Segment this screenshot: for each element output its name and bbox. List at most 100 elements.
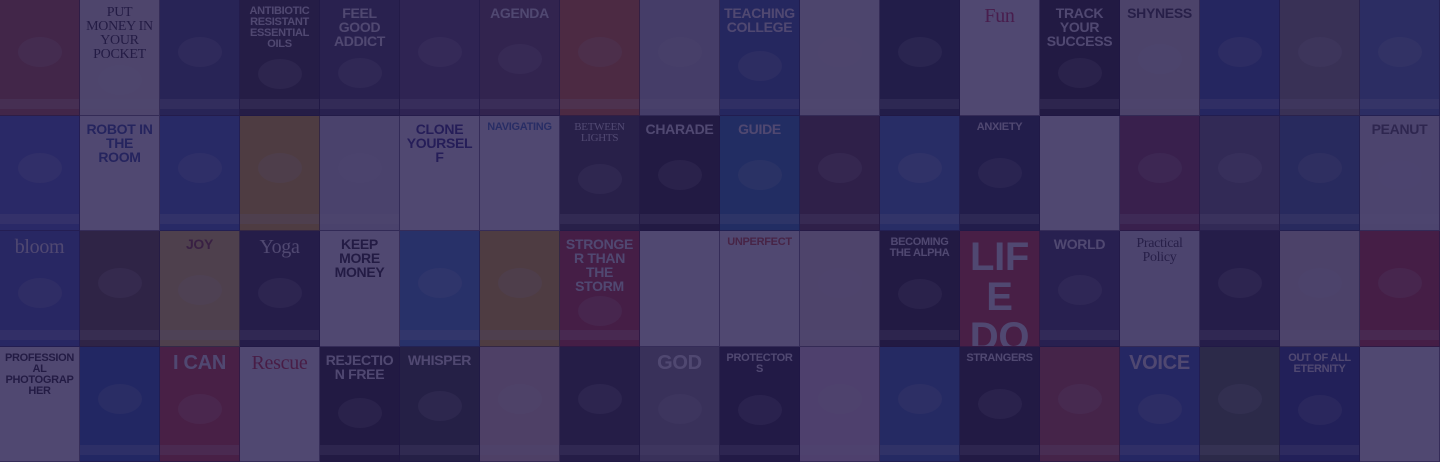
book-cover: GUIDE: [720, 115, 800, 231]
book-cover-title: BETWEEN LIGHTS: [574, 120, 625, 144]
book-cover-title: PEANUT: [1371, 120, 1428, 137]
book-cover-band: [80, 329, 159, 340]
book-cover-title: ROBOT IN THE ROOM: [86, 120, 153, 165]
book-cover: [1040, 115, 1120, 231]
book-cover-art: [1377, 268, 1422, 299]
book-cover-band: [1200, 214, 1279, 224]
book-cover-art: [897, 152, 942, 183]
book-cover: [560, 0, 640, 116]
book-cover-band: [1280, 445, 1359, 455]
book-cover-band: [160, 445, 239, 455]
book-cover-art: [1137, 393, 1182, 424]
book-cover-band: [720, 445, 799, 455]
book-cover-title: JOY: [185, 236, 214, 252]
book-cover-art: [97, 173, 142, 204]
book-cover-band: [240, 329, 319, 340]
book-cover-art: [337, 289, 382, 320]
book-cover: AGENDA: [480, 0, 560, 116]
book-cover: WHISPER: [400, 346, 480, 462]
book-cover-band: [240, 214, 319, 224]
book-cover-band: [1120, 445, 1199, 455]
book-cover-title: NAVIGATING: [487, 120, 552, 133]
book-cover-art: [897, 37, 942, 68]
book-cover-band: [1360, 98, 1439, 109]
book-cover-band: [800, 214, 879, 224]
book-cover-title: FEEL GOOD ADDICT: [333, 5, 386, 49]
book-cover-band: [320, 98, 399, 109]
book-cover: [240, 115, 320, 231]
book-cover-title: LIFE DOC: [969, 235, 1030, 347]
book-cover-art: [497, 158, 542, 189]
book-cover-title: BECOMING THE ALPHA: [889, 236, 950, 259]
book-cover: ANXIETY: [960, 115, 1040, 231]
book-cover: [160, 115, 240, 231]
book-cover-title: GUIDE: [738, 120, 781, 137]
book-cover: Fun: [960, 0, 1040, 116]
book-cover-band: [1280, 214, 1359, 224]
book-cover-art: [817, 37, 862, 68]
book-cover: [640, 0, 720, 116]
book-cover: [560, 346, 640, 462]
book-cover-title: STRONGER THAN THE STORM: [565, 236, 634, 294]
book-cover-title: ANXIETY: [976, 120, 1023, 133]
book-cover-art: [897, 279, 942, 310]
book-cover-band: [1200, 329, 1279, 340]
book-cover-title: ANTIBIOTIC RESISTANT ESSENTIAL OILS: [249, 5, 310, 50]
book-cover: [1280, 115, 1360, 231]
book-cover: [80, 346, 160, 462]
book-cover: CHARADE: [640, 115, 720, 231]
book-cover-band: [720, 214, 799, 224]
book-cover-band: [0, 98, 79, 109]
book-cover-art: [497, 44, 542, 75]
book-cover-art: [417, 390, 462, 421]
book-cover: [1200, 115, 1280, 231]
book-cover-band: [480, 445, 559, 455]
book-cover: [400, 231, 480, 347]
book-cover-art: [417, 37, 462, 68]
book-cover: [880, 0, 960, 116]
book-cover-band: [640, 445, 719, 455]
book-cover-art: [577, 383, 622, 414]
book-cover-band: [1360, 214, 1439, 224]
book-cover-band: [1040, 445, 1119, 455]
book-cover-art: [817, 383, 862, 414]
book-cover-art: [177, 152, 222, 183]
book-cover: [1200, 0, 1280, 116]
book-cover-title: CHARADE: [645, 120, 714, 137]
book-cover-art: [17, 37, 62, 68]
book-cover-band: [1200, 445, 1279, 455]
book-cover-title: bloom: [14, 236, 65, 258]
book-cover-band: [320, 329, 399, 340]
book-cover-band: [480, 214, 559, 224]
book-cover-title: PROFESSIONAL PHOTOGRAPHER: [4, 351, 75, 397]
book-cover-art: [97, 383, 142, 414]
book-cover-title: PUT MONEY IN YOUR POCKET: [86, 5, 153, 62]
book-cover-title: Yoga: [259, 236, 300, 258]
book-cover: [1280, 0, 1360, 116]
book-cover-title: I CAN: [173, 351, 226, 374]
book-cover-art: [17, 278, 62, 309]
book-cover-band: [320, 445, 399, 455]
book-cover: bloom: [0, 231, 80, 347]
book-cover: TRACK YOUR SUCCESS: [1040, 0, 1120, 116]
book-cover: VOICE: [1120, 346, 1200, 462]
book-cover-art: [1217, 268, 1262, 299]
book-cover: [880, 115, 960, 231]
book-cover-band: [1040, 98, 1119, 109]
book-cover-art: [737, 273, 782, 304]
book-cover-band: [880, 445, 959, 455]
book-cover-band: [1280, 329, 1359, 340]
book-cover-title: GOD: [657, 351, 702, 374]
book-cover-band: [0, 329, 79, 340]
book-cover: [1280, 231, 1360, 347]
book-cover: PROTECTORS: [720, 346, 800, 462]
book-cover: OUT OF ALL ETERNITY: [1280, 346, 1360, 462]
book-cover-art: [737, 394, 782, 425]
book-cover-title: CLONE YOURSELF: [406, 120, 473, 165]
book-cover-band: [160, 98, 239, 109]
book-cover-art: [657, 268, 702, 299]
book-cover-band: [800, 445, 879, 455]
book-cover-art: [17, 152, 62, 183]
book-cover-band: [880, 98, 959, 109]
book-cover-art: [1137, 44, 1182, 75]
